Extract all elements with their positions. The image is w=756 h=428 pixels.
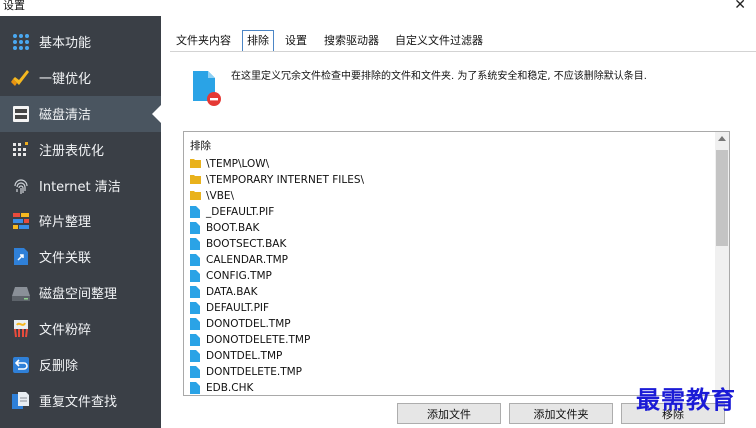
file-icon xyxy=(190,270,201,282)
sidebar-item-label: 重复文件查找 xyxy=(39,395,118,411)
list-item[interactable]: \VBE\ xyxy=(190,188,234,204)
list-item[interactable]: EDB.CHK xyxy=(190,380,253,395)
disk-chip-icon xyxy=(10,103,32,125)
file-icon xyxy=(190,206,201,218)
sidebar-item-label: 一键优化 xyxy=(39,72,92,88)
sidebar-item-internet-clean[interactable]: Internet 清洁 xyxy=(0,168,161,204)
scrollbar-thumb[interactable] xyxy=(716,150,728,246)
file-link-icon xyxy=(10,246,32,268)
shredder-icon xyxy=(10,318,32,340)
list-item[interactable]: DONOTDELETE.TMP xyxy=(190,332,310,348)
scroll-up-icon[interactable] xyxy=(718,136,726,141)
file-icon xyxy=(190,350,201,362)
sidebar-item-duplicate-finder[interactable]: 重复文件查找 xyxy=(0,383,161,419)
sidebar-item-label: Internet 清洁 xyxy=(39,180,121,196)
document-remove-icon xyxy=(192,69,222,107)
file-icon xyxy=(190,382,201,394)
tab-folder-contents[interactable]: 文件夹内容 xyxy=(176,30,231,52)
add-folder-button[interactable]: 添加文件夹 xyxy=(509,403,613,424)
list-header: 排除 xyxy=(190,140,211,152)
tab-settings[interactable]: 设置 xyxy=(285,30,307,52)
sidebar-item-label: 基本功能 xyxy=(39,36,92,52)
sidebar-item-defrag[interactable]: 碎片整理 xyxy=(0,203,161,239)
sidebar-item-file-shredder[interactable]: 文件粉碎 xyxy=(0,311,161,347)
file-icon xyxy=(190,302,201,314)
list-item[interactable]: CALENDAR.TMP xyxy=(190,252,288,268)
sidebar-item-one-click-optimize[interactable]: 一键优化 xyxy=(0,60,161,96)
sidebar-item-basic-functions[interactable]: 基本功能 xyxy=(0,24,161,60)
drive-icon xyxy=(10,282,32,304)
exclude-list[interactable]: 排除 \TEMP\LOW\ \TEMPORARY INTERNET FILES\… xyxy=(183,131,730,396)
list-item[interactable]: CONFIG.TMP xyxy=(190,268,272,284)
list-item[interactable]: _DEFAULT.PIF xyxy=(190,204,274,220)
list-item[interactable]: DONTDELETE.TMP xyxy=(190,364,302,380)
vertical-scrollbar[interactable] xyxy=(715,132,729,395)
defrag-blocks-icon xyxy=(10,210,32,232)
tab-search-drives[interactable]: 搜索驱动器 xyxy=(324,30,379,52)
tab-exclude[interactable]: 排除 xyxy=(242,30,274,52)
tab-divider xyxy=(170,51,756,52)
list-item[interactable]: DATA.BAK xyxy=(190,284,257,300)
sidebar-item-label: 磁盘空间整理 xyxy=(39,287,118,303)
tab-custom-filter[interactable]: 自定义文件过滤器 xyxy=(395,30,483,52)
watermark-logo: 最需教育 xyxy=(636,385,736,414)
folder-icon xyxy=(190,174,201,186)
file-icon xyxy=(190,286,201,298)
registry-dots-icon xyxy=(10,139,32,161)
sidebar-item-undelete[interactable]: 反删除 xyxy=(0,347,161,383)
sidebar-item-label: 文件粉碎 xyxy=(39,323,92,339)
list-item[interactable]: BOOT.BAK xyxy=(190,220,259,236)
sidebar-item-label: 文件关联 xyxy=(39,251,92,267)
list-item[interactable]: DONOTDEL.TMP xyxy=(190,316,291,332)
exclude-description: 在这里定义冗余文件检查中要排除的文件和文件夹. 为了系统安全和稳定, 不应该删除… xyxy=(231,71,647,82)
sidebar-item-disk-clean[interactable]: 磁盘清洁 xyxy=(0,96,161,132)
duplicate-files-icon xyxy=(10,390,32,412)
file-icon xyxy=(190,254,201,266)
undelete-icon xyxy=(10,354,32,376)
folder-icon xyxy=(190,190,201,202)
file-icon xyxy=(190,366,201,378)
sidebar: 基本功能 一键优化 磁盘清洁 注册表优化 Internet 清洁 碎片整理 文件… xyxy=(0,16,161,428)
file-icon xyxy=(190,222,201,234)
list-item[interactable]: DONTDEL.TMP xyxy=(190,348,282,364)
sidebar-item-label: 反删除 xyxy=(39,359,79,375)
file-icon xyxy=(190,318,201,330)
sidebar-item-label: 注册表优化 xyxy=(39,144,105,160)
sidebar-item-disk-space[interactable]: 磁盘空间整理 xyxy=(0,275,161,311)
sidebar-item-label: 磁盘清洁 xyxy=(39,108,92,124)
sidebar-item-registry-optimize[interactable]: 注册表优化 xyxy=(0,132,161,168)
list-item[interactable]: DEFAULT.PIF xyxy=(190,300,269,316)
list-item[interactable]: BOOTSECT.BAK xyxy=(190,236,286,252)
close-icon[interactable]: ✕ xyxy=(734,0,746,13)
window-title: 设置 xyxy=(3,0,25,12)
folder-icon xyxy=(190,158,201,170)
broom-icon xyxy=(10,67,32,89)
add-file-button[interactable]: 添加文件 xyxy=(397,403,501,424)
file-icon xyxy=(190,238,201,250)
sidebar-item-label: 碎片整理 xyxy=(39,215,92,231)
list-item[interactable]: \TEMPORARY INTERNET FILES\ xyxy=(190,172,364,188)
list-item[interactable]: \TEMP\LOW\ xyxy=(190,156,269,172)
title-bar: 设置 ✕ xyxy=(0,0,756,16)
grid-dots-icon xyxy=(10,31,32,53)
file-icon xyxy=(190,334,201,346)
sidebar-item-file-association[interactable]: 文件关联 xyxy=(0,239,161,275)
fingerprint-icon xyxy=(10,175,32,197)
